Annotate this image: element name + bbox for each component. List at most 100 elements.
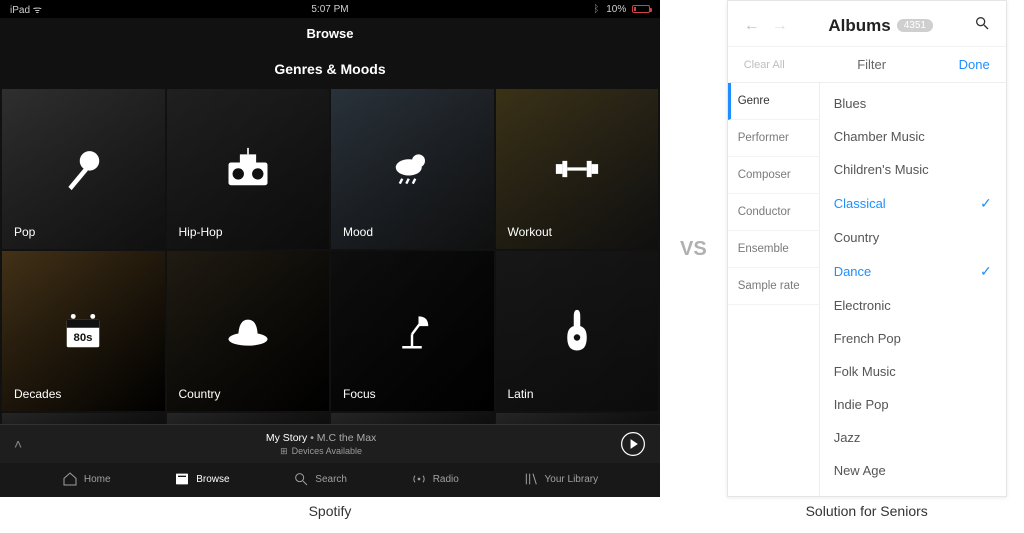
filter-tab-composer[interactable]: Composer: [728, 157, 819, 194]
play-button[interactable]: [620, 431, 646, 457]
done-button[interactable]: Done: [959, 57, 990, 72]
genre-label: Indie Pop: [834, 397, 889, 412]
library-icon: [523, 471, 539, 487]
tab-label: Browse: [196, 474, 229, 485]
genre-item[interactable]: Blues: [820, 87, 1006, 120]
tile-label: Decades: [14, 387, 61, 401]
genre-tile-latin[interactable]: Latin: [496, 251, 659, 411]
genre-label: Classical: [834, 196, 886, 211]
section-title: Genres & Moods: [0, 57, 660, 89]
tile-label: Pop: [14, 225, 35, 239]
genre-tile-truncated[interactable]: [496, 413, 659, 424]
genre-item[interactable]: Opera: [820, 487, 1006, 496]
mic-icon: [57, 143, 109, 195]
genre-tile-truncated[interactable]: [331, 413, 494, 424]
genre-label: French Pop: [834, 331, 901, 346]
genre-tile-country[interactable]: Country: [167, 251, 330, 411]
genre-label: Electronic: [834, 298, 891, 313]
count-badge: 4351: [897, 19, 933, 32]
left-caption: Spotify: [0, 503, 660, 519]
genre-tile-pop[interactable]: Pop: [2, 89, 165, 249]
clear-all-button[interactable]: Clear All: [744, 59, 785, 71]
genre-tile-workout[interactable]: Workout: [496, 89, 659, 249]
genre-tile-hiphop[interactable]: Hip-Hop: [167, 89, 330, 249]
tile-label: Country: [179, 387, 221, 401]
genre-item[interactable]: Indie Pop: [820, 388, 1006, 421]
battery-icon: [632, 5, 650, 13]
filter-title: Filter: [857, 57, 886, 72]
genre-item[interactable]: Jazz: [820, 421, 1006, 454]
devices-available[interactable]: ⊞ Devices Available: [22, 446, 620, 457]
genre-item[interactable]: Children's Music: [820, 153, 1006, 186]
tab-library[interactable]: Your Library: [523, 471, 599, 487]
tab-home[interactable]: Home: [62, 471, 111, 487]
weather-icon: [386, 143, 438, 195]
genre-label: Dance: [834, 264, 872, 279]
now-playing-title: My Story • M.C the Max: [22, 432, 620, 444]
bottom-tab-bar: Home Browse Search Radio Your Library: [0, 463, 660, 497]
genre-item[interactable]: Folk Music: [820, 355, 1006, 388]
genre-item[interactable]: Classical ✓: [820, 186, 1006, 221]
genre-tile-mood[interactable]: Mood: [331, 89, 494, 249]
search-icon[interactable]: [974, 15, 990, 36]
tab-label: Your Library: [545, 474, 599, 485]
tile-label: Focus: [343, 387, 376, 401]
tab-search[interactable]: Search: [293, 471, 347, 487]
page-title: Browse: [0, 18, 660, 57]
genre-item[interactable]: Country: [820, 221, 1006, 254]
seniors-app: ← → Albums 4351 Clear All Filter Done Ge…: [727, 0, 1007, 497]
check-icon: ✓: [980, 263, 992, 280]
genre-grid: Pop Hip-Hop Mood Workout 80s Decades Cou…: [0, 89, 660, 424]
genre-tile-focus[interactable]: Focus: [331, 251, 494, 411]
tab-label: Radio: [433, 474, 459, 485]
chevron-up-icon[interactable]: ˄: [14, 436, 22, 452]
filter-bar: Clear All Filter Done: [728, 46, 1006, 83]
now-playing-bar[interactable]: ˄ My Story • M.C the Max ⊞ Devices Avail…: [0, 424, 660, 463]
forward-icon[interactable]: →: [772, 17, 788, 35]
genre-tile-truncated[interactable]: [167, 413, 330, 424]
radio-icon: [411, 471, 427, 487]
home-icon: [62, 471, 78, 487]
back-icon[interactable]: ←: [744, 17, 760, 35]
ipad-status-bar: iPad ᯤ 5:07 PM ᛒ 10%: [0, 0, 660, 18]
tile-label: Hip-Hop: [179, 225, 223, 239]
boombox-icon: [222, 143, 274, 195]
browse-icon: [174, 471, 190, 487]
vs-label: VS: [680, 238, 707, 261]
genre-label: New Age: [834, 463, 886, 478]
filter-tab-performer[interactable]: Performer: [728, 120, 819, 157]
filter-tab-conductor[interactable]: Conductor: [728, 194, 819, 231]
genre-item[interactable]: Dance ✓: [820, 254, 1006, 289]
tab-browse[interactable]: Browse: [174, 471, 229, 487]
check-icon: ✓: [980, 195, 992, 212]
devices-icon: ⊞: [280, 446, 288, 457]
genre-item[interactable]: French Pop: [820, 322, 1006, 355]
tab-radio[interactable]: Radio: [411, 471, 459, 487]
genre-label: Chamber Music: [834, 129, 925, 144]
seniors-header: ← → Albums 4351: [728, 1, 1006, 46]
filter-tab-genre[interactable]: Genre: [728, 83, 819, 120]
genre-label: Country: [834, 230, 880, 245]
genre-item[interactable]: Chamber Music: [820, 120, 1006, 153]
genre-tile-decades[interactable]: 80s Decades: [2, 251, 165, 411]
dumbbell-icon: [551, 143, 603, 195]
genre-tile-truncated[interactable]: [2, 413, 165, 424]
genre-item[interactable]: New Age: [820, 454, 1006, 487]
filter-tab-sample-rate[interactable]: Sample rate: [728, 268, 819, 305]
genre-list[interactable]: BluesChamber MusicChildren's MusicClassi…: [820, 83, 1006, 496]
tile-label: Latin: [508, 387, 534, 401]
cowboy-hat-icon: [222, 305, 274, 357]
genre-item[interactable]: Electronic: [820, 289, 1006, 322]
tile-label: Workout: [508, 225, 552, 239]
filter-category-tabs: GenrePerformerComposerConductorEnsembleS…: [728, 83, 820, 496]
spotify-app: iPad ᯤ 5:07 PM ᛒ 10% Browse Genres & Moo…: [0, 0, 660, 497]
clock: 5:07 PM: [0, 4, 660, 15]
tab-label: Search: [315, 474, 347, 485]
filter-tab-ensemble[interactable]: Ensemble: [728, 231, 819, 268]
search-icon: [293, 471, 309, 487]
genre-label: Blues: [834, 96, 867, 111]
tile-label: Mood: [343, 225, 373, 239]
right-caption: Solution for Seniors: [727, 503, 1007, 519]
genre-label: Jazz: [834, 430, 861, 445]
tab-label: Home: [84, 474, 111, 485]
